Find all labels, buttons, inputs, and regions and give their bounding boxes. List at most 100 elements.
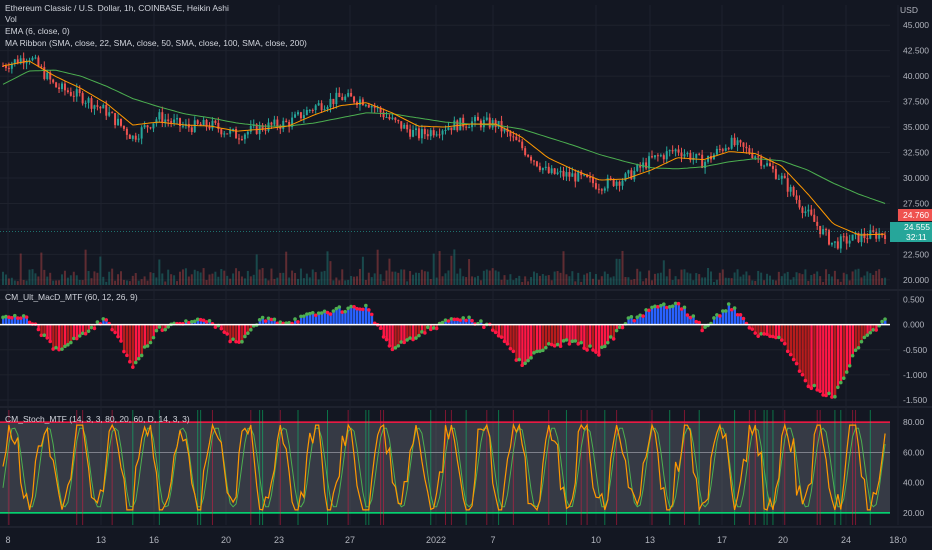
- macd-histogram-bar: [848, 324, 852, 366]
- volume-bar: [111, 268, 114, 285]
- volume-bar: [232, 273, 235, 285]
- candle-body: [190, 127, 193, 132]
- macd-line-point: [225, 332, 229, 336]
- candle-body: [240, 138, 243, 140]
- candle-body: [736, 140, 739, 146]
- volume-bar: [223, 270, 226, 285]
- candle-body: [432, 130, 435, 136]
- macd-line-point: [343, 309, 348, 314]
- macd-line-point: [13, 313, 17, 318]
- macd-histogram-bar: [125, 324, 129, 356]
- volume-bar: [196, 271, 199, 285]
- ma-ribbon-legend[interactable]: MA Ribbon (SMA, close, 22, SMA, close, 5…: [5, 38, 307, 49]
- macd-line-point: [77, 334, 82, 338]
- time-tick-label: 17: [717, 535, 727, 545]
- macd-histogram-bar: [353, 306, 356, 325]
- volume-bar: [550, 280, 553, 285]
- candle-body: [105, 104, 108, 116]
- candle-body: [317, 103, 320, 106]
- volume-bar: [338, 280, 341, 285]
- volume-bar: [724, 277, 727, 285]
- candle-body: [780, 175, 783, 179]
- candle-body: [43, 67, 46, 79]
- macd-histogram-bar: [409, 324, 412, 339]
- macd-line-point: [738, 313, 743, 317]
- candle-body: [825, 229, 828, 231]
- volume-bar: [518, 275, 521, 285]
- symbol-title[interactable]: Ethereum Classic / U.S. Dollar, 1h, COIN…: [5, 3, 229, 14]
- macd-line-point: [243, 334, 247, 339]
- macd-line-point: [154, 328, 159, 333]
- candle-body: [140, 127, 143, 139]
- candle-body: [246, 131, 249, 135]
- macd-histogram-bar: [335, 308, 338, 325]
- macd-histogram-bar: [653, 306, 657, 325]
- volume-bar: [179, 271, 181, 285]
- candle-body: [488, 117, 491, 128]
- candle-body: [621, 180, 624, 186]
- volume-bar: [25, 280, 28, 285]
- price-tick-label: 30.000: [903, 173, 929, 183]
- candle-body: [786, 178, 789, 192]
- stoch-legend[interactable]: CM_Stoch_MTF (14, 3, 3, 80, 20, 60, D, 1…: [5, 414, 190, 425]
- macd-histogram-bar: [833, 324, 837, 397]
- candle-body: [299, 112, 302, 119]
- volume-bar: [538, 275, 541, 285]
- candle-body: [417, 128, 420, 139]
- candle-body: [680, 152, 683, 157]
- volume-bar: [347, 279, 350, 285]
- macd-line-point: [426, 325, 430, 330]
- macd-histogram-bar: [656, 306, 660, 325]
- volume-bar: [279, 272, 282, 285]
- macd-histogram-bar: [854, 324, 857, 351]
- volume-bar: [167, 269, 170, 285]
- macd-histogram-bar: [238, 324, 241, 343]
- volume-bar: [406, 281, 409, 285]
- macd-histogram-bar: [580, 324, 583, 343]
- volume-bar: [509, 274, 512, 285]
- ema-legend[interactable]: EMA (6, close, 0): [5, 26, 70, 37]
- volume-bar: [710, 271, 712, 285]
- volume-bar: [16, 281, 19, 285]
- volume-legend[interactable]: Vol: [5, 14, 17, 25]
- candle-body: [308, 109, 311, 111]
- macd-histogram-bar: [562, 324, 565, 341]
- volume-bar: [382, 281, 385, 285]
- candle-body: [84, 102, 87, 104]
- volume-bar: [66, 277, 69, 285]
- volume-bar: [134, 273, 137, 285]
- candle-body: [193, 120, 196, 132]
- volume-bar: [568, 276, 571, 285]
- volume-bar: [774, 280, 777, 285]
- candle-body: [683, 154, 686, 157]
- macd-histogram-bar: [341, 312, 344, 325]
- macd-histogram-bar: [589, 324, 592, 347]
- macd-histogram-bar: [394, 324, 397, 348]
- time-tick-label: 8: [5, 535, 10, 545]
- macd-histogram-bar: [860, 324, 863, 342]
- candle-body: [415, 128, 417, 131]
- macd-tick-label: -1.000: [903, 370, 927, 380]
- volume-bar: [674, 276, 677, 285]
- volume-bar: [299, 268, 302, 285]
- volume-bar: [453, 249, 456, 285]
- volume-bar: [417, 272, 420, 285]
- time-tick-label: 23: [274, 535, 284, 545]
- macd-legend[interactable]: CM_Ult_MacD_MTF (60, 12, 26, 9): [5, 292, 138, 303]
- macd-line-point: [249, 327, 253, 332]
- macd-histogram-bar: [323, 311, 326, 325]
- macd-line-point: [440, 320, 445, 325]
- candle-body: [512, 136, 515, 138]
- price-tick-label: 35.000: [903, 122, 929, 132]
- candle-body: [196, 120, 199, 124]
- candle-body: [96, 105, 99, 107]
- macd-line-point: [806, 384, 811, 389]
- stoch-panel-plot: [0, 410, 890, 525]
- candle-body: [267, 122, 270, 131]
- volume-bar: [736, 269, 739, 285]
- currency-label: USD: [900, 5, 918, 15]
- candle-body: [34, 57, 37, 59]
- macd-line-point: [434, 326, 439, 331]
- candle-body: [624, 173, 627, 181]
- stoch-tick-label: 20.00: [903, 508, 925, 518]
